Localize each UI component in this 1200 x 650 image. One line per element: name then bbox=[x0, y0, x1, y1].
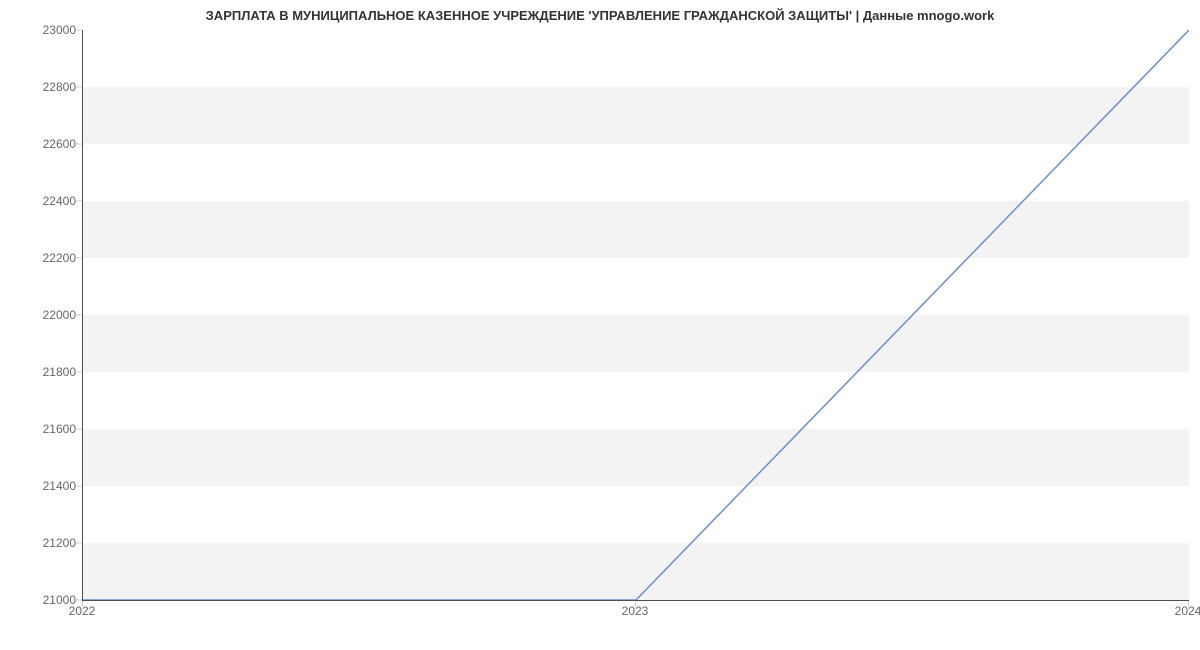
y-tick-label: 22000 bbox=[16, 308, 76, 322]
y-tick-label: 21200 bbox=[16, 536, 76, 550]
y-tick-label: 22600 bbox=[16, 137, 76, 151]
y-tick-label: 21000 bbox=[16, 593, 76, 607]
y-tick-label: 22200 bbox=[16, 251, 76, 265]
y-tick-label: 21800 bbox=[16, 365, 76, 379]
plot-area bbox=[82, 30, 1189, 601]
y-tick-label: 22400 bbox=[16, 194, 76, 208]
x-tick-label: 2023 bbox=[622, 604, 649, 618]
x-tick-label: 2024 bbox=[1175, 604, 1200, 618]
y-tick-label: 21600 bbox=[16, 422, 76, 436]
y-tick-label: 21400 bbox=[16, 479, 76, 493]
chart-title: ЗАРПЛАТА В МУНИЦИПАЛЬНОЕ КАЗЕННОЕ УЧРЕЖД… bbox=[0, 8, 1200, 23]
chart-container: ЗАРПЛАТА В МУНИЦИПАЛЬНОЕ КАЗЕННОЕ УЧРЕЖД… bbox=[0, 0, 1200, 650]
x-tick-label: 2022 bbox=[69, 604, 96, 618]
series-path bbox=[83, 30, 1189, 600]
y-tick-label: 22800 bbox=[16, 80, 76, 94]
y-tick-label: 23000 bbox=[16, 23, 76, 37]
series-line bbox=[83, 30, 1189, 600]
